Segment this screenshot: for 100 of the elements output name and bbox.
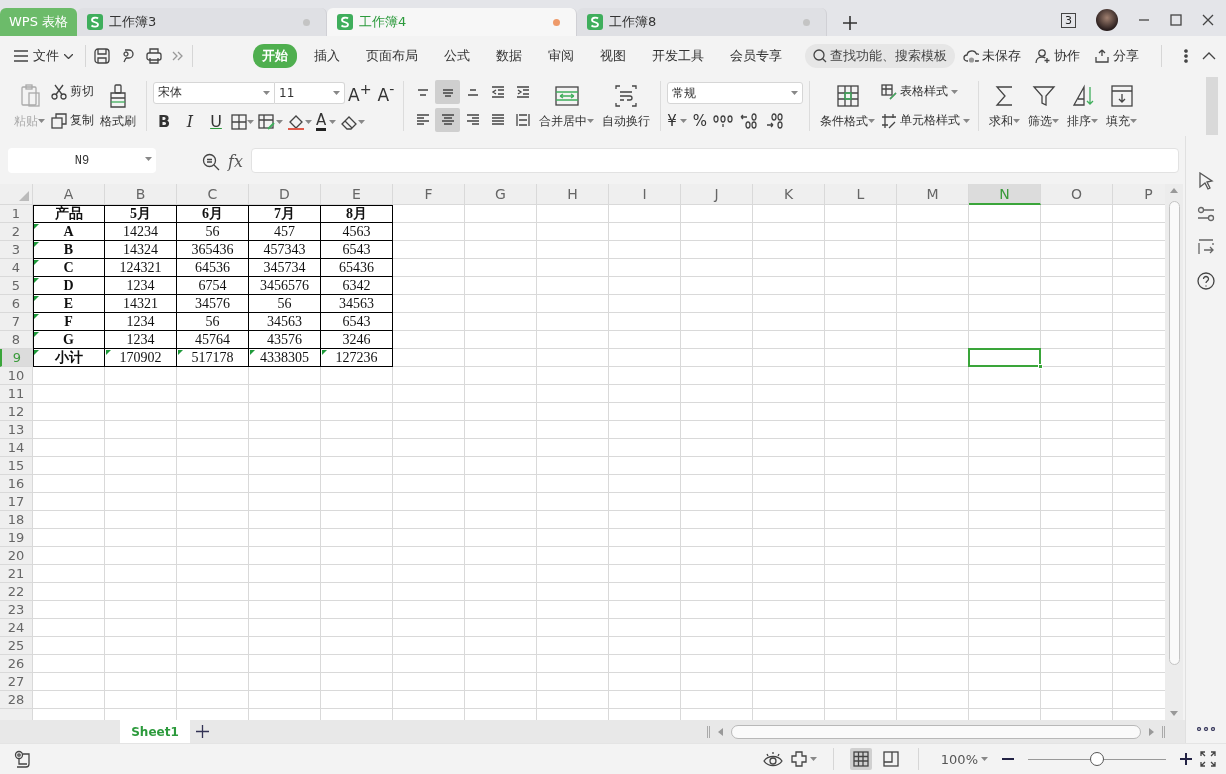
column-header[interactable]: G (465, 184, 537, 205)
column-header[interactable]: P (1113, 184, 1165, 205)
column-header[interactable]: B (105, 184, 177, 205)
toolbar-button[interactable]: 未保存 (963, 47, 1021, 65)
zoom-level[interactable]: 100% (940, 751, 978, 767)
scroll-thumb[interactable] (1168, 201, 1180, 665)
column-header[interactable]: I (609, 184, 681, 205)
file-menu[interactable]: 文件 (10, 45, 77, 67)
menu-tab[interactable]: 数据 (487, 44, 531, 68)
wrap-text-button[interactable]: 自动换行 (598, 82, 655, 130)
document-tab[interactable]: 工作簿4 (327, 8, 577, 36)
formula-field[interactable] (250, 148, 1179, 173)
maximize-icon[interactable] (1170, 14, 1182, 26)
view-button[interactable] (849, 748, 872, 770)
avatar[interactable] (1096, 9, 1118, 31)
font-select[interactable]: 宋体 (153, 81, 275, 104)
fill-bucket-icon[interactable] (287, 113, 305, 130)
sort-button[interactable]: 排序 (1063, 82, 1103, 130)
function-label[interactable]: fx (228, 152, 243, 171)
column-header[interactable]: E (321, 184, 393, 205)
add-tab-icon[interactable] (843, 16, 857, 30)
align-button[interactable] (435, 108, 461, 132)
merge-center-button[interactable]: 合并居中 (535, 82, 599, 130)
cut-button[interactable]: 剪切 (49, 81, 96, 102)
zoom-icon[interactable] (202, 152, 220, 171)
column-header[interactable]: O (1041, 184, 1113, 205)
grow-font-button[interactable]: A$^{+}$ (345, 80, 375, 105)
copy-button[interactable]: 复制 (49, 110, 96, 131)
percent-button[interactable]: % (692, 112, 708, 130)
menu-tab[interactable]: 开发工具 (643, 44, 713, 68)
menu-tab[interactable]: 审阅 (539, 44, 583, 68)
menu-tab[interactable]: 视图 (591, 44, 635, 68)
zoom-in-icon[interactable] (1180, 753, 1192, 765)
format-painter-button[interactable]: 格式刷 (96, 82, 140, 130)
column-header[interactable]: M (897, 184, 969, 205)
shrink-font-button[interactable]: A$^{-}$ (374, 80, 398, 105)
toolbar-button[interactable]: 协作 (1035, 47, 1080, 65)
borders-icon[interactable] (231, 113, 247, 130)
align-button[interactable] (435, 80, 461, 104)
fullscreen-icon[interactable] (1200, 751, 1216, 767)
more-icon[interactable] (1197, 727, 1215, 731)
document-tab[interactable]: 工作簿8 (577, 8, 827, 36)
transform-icon[interactable] (1197, 238, 1215, 256)
column-header[interactable]: N (969, 184, 1041, 205)
menu-tab[interactable]: 会员专享 (721, 44, 791, 68)
column-header[interactable]: D (249, 184, 321, 205)
font-size-select[interactable]: 11 (275, 81, 345, 104)
eye-icon[interactable] (762, 751, 783, 767)
row-header[interactable]: 9 (0, 349, 33, 367)
save-icon[interactable] (94, 48, 110, 64)
cell-style-button[interactable]: 单元格样式 (879, 110, 973, 131)
column-header[interactable]: L (825, 184, 897, 205)
column-header[interactable]: A (33, 184, 105, 205)
document-icon (87, 14, 103, 30)
window-count[interactable]: 3 (1061, 12, 1076, 28)
italic-button[interactable]: I (179, 112, 201, 132)
collapse-icon[interactable] (1202, 52, 1216, 60)
menu-tab[interactable]: 公式 (435, 44, 479, 68)
thousands-separator-icon[interactable] (713, 113, 734, 129)
print-icon[interactable] (146, 48, 162, 64)
column-header[interactable]: K (753, 184, 825, 205)
underline-button[interactable]: U (205, 112, 227, 132)
column-header[interactable]: F (393, 184, 465, 205)
bold-button[interactable]: B (153, 112, 175, 132)
sum-button[interactable]: 求和 (985, 82, 1025, 130)
search-field[interactable]: 查找功能、搜索模板 (805, 44, 955, 68)
slider-thumb[interactable] (1090, 752, 1104, 766)
vertical-scrollbar[interactable] (1165, 184, 1183, 720)
cell-format-icon[interactable] (258, 113, 276, 130)
crosshair-icon[interactable] (790, 751, 807, 767)
scissors-icon (51, 83, 67, 100)
menu-tab[interactable]: 开始 (253, 44, 297, 68)
name-box[interactable]: N9 (8, 148, 156, 173)
sliders-icon[interactable] (1197, 206, 1215, 222)
increase-decimal-icon[interactable] (739, 113, 760, 129)
scroll-thumb[interactable] (731, 724, 1141, 739)
column-header[interactable]: J (681, 184, 753, 205)
filter-button[interactable]: 筛选 (1024, 82, 1064, 130)
currency-button[interactable]: ¥ (667, 112, 677, 130)
column-header[interactable]: C (177, 184, 249, 205)
fill-button[interactable]: 填充 (1102, 82, 1142, 130)
document-tab[interactable]: 工作簿3 (77, 8, 327, 36)
pointer-icon[interactable] (1198, 172, 1214, 190)
conditional-format-button[interactable]: 条件格式 (816, 82, 880, 130)
number-format-select[interactable]: 常规 (667, 82, 804, 104)
menu-tab[interactable]: 页面布局 (357, 44, 427, 68)
sheet-tab[interactable]: Sheet1 (120, 720, 190, 743)
toolbar-button[interactable]: 分享 (1094, 47, 1139, 65)
column-header[interactable]: H (537, 184, 609, 205)
close-icon[interactable] (1202, 14, 1214, 26)
macro-icon[interactable] (14, 750, 32, 768)
more-icon[interactable] (1184, 49, 1188, 63)
decrease-decimal-icon[interactable] (765, 113, 786, 129)
menu-icon (14, 50, 28, 62)
menu-tab[interactable]: 插入 (305, 44, 349, 68)
help-icon[interactable] (1197, 272, 1215, 290)
font-color-button[interactable]: A (316, 112, 327, 131)
table-style-button[interactable]: 表格样式 (879, 81, 973, 102)
zoom-slider[interactable] (1028, 752, 1166, 766)
add-sheet-icon[interactable] (196, 725, 209, 738)
